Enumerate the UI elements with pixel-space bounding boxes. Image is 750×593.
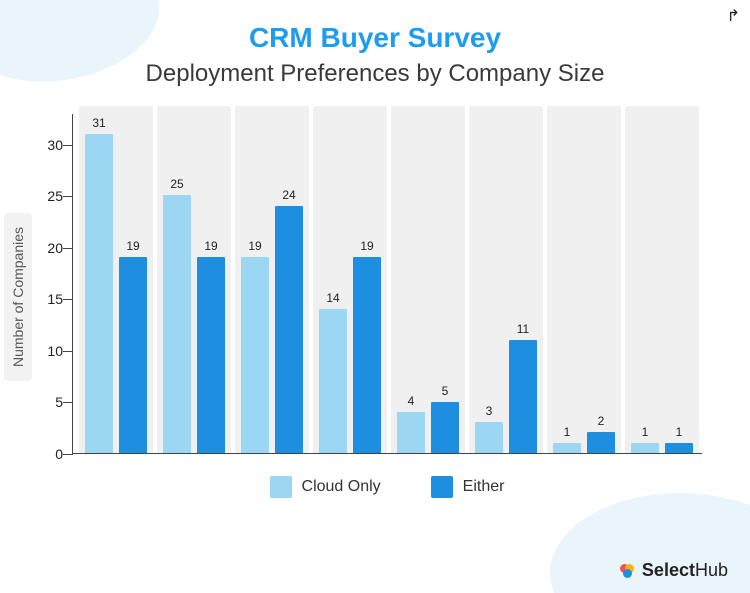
bar-either: 24 — [275, 206, 303, 453]
bar-group: 11 — [627, 114, 697, 453]
bar-value-label: 14 — [319, 291, 347, 309]
bar-either: 5 — [431, 402, 459, 454]
y-tick — [63, 351, 73, 352]
bar-group: 45 — [393, 114, 463, 453]
y-tick-label: 25 — [35, 188, 63, 204]
legend-label-either: Either — [463, 478, 505, 496]
y-tick — [63, 402, 73, 403]
bar-value-label: 1 — [553, 425, 581, 443]
legend-item-either: Either — [431, 476, 505, 498]
bar-group: 1924 — [237, 114, 307, 453]
y-tick — [63, 196, 73, 197]
bar-value-label: 2 — [587, 414, 615, 432]
bar-cloud: 19 — [241, 257, 269, 453]
legend-swatch-either — [431, 476, 453, 498]
y-tick-label: 30 — [35, 137, 63, 153]
bar-group: 311 — [471, 114, 541, 453]
bar-value-label: 5 — [431, 384, 459, 402]
bar-value-label: 1 — [665, 425, 693, 443]
y-tick-label: 5 — [35, 394, 63, 410]
bar-value-label: 1 — [631, 425, 659, 443]
bar-cloud: 4 — [397, 412, 425, 453]
bar-value-label: 3 — [475, 404, 503, 422]
bar-cloud: 1 — [553, 443, 581, 453]
y-tick — [63, 248, 73, 249]
brand-name: SelectHub — [642, 560, 728, 581]
y-tick — [63, 299, 73, 300]
bar-either: 19 — [119, 257, 147, 453]
bar-group: 3119 — [81, 114, 151, 453]
legend: Cloud Only Either — [72, 476, 702, 498]
y-tick-label: 0 — [35, 446, 63, 462]
brand-mark-icon — [620, 563, 636, 579]
bar-either: 2 — [587, 432, 615, 453]
y-tick-label: 20 — [35, 240, 63, 256]
bar-group-bg — [625, 106, 699, 453]
bar-value-label: 25 — [163, 177, 191, 195]
bar-cloud: 14 — [319, 309, 347, 453]
bar-group: 2519 — [159, 114, 229, 453]
bar-group: 12 — [549, 114, 619, 453]
bar-value-label: 19 — [241, 239, 269, 257]
y-tick-label: 10 — [35, 343, 63, 359]
bar-group-bg — [547, 106, 621, 453]
bar-either: 19 — [197, 257, 225, 453]
chart-plot-area: 0510152025303119251919241419453111211 — [72, 114, 702, 454]
bar-cloud: 1 — [631, 443, 659, 453]
y-tick — [63, 145, 73, 146]
bar-value-label: 4 — [397, 394, 425, 412]
bar-cloud: 3 — [475, 422, 503, 453]
legend-label-cloud: Cloud Only — [302, 478, 381, 496]
legend-swatch-cloud — [270, 476, 292, 498]
bar-value-label: 24 — [275, 188, 303, 206]
bar-group: 1419 — [315, 114, 385, 453]
y-tick — [63, 454, 73, 455]
bar-value-label: 19 — [197, 239, 225, 257]
bar-either: 1 — [665, 443, 693, 453]
legend-item-cloud: Cloud Only — [270, 476, 381, 498]
chart-subtitle: Deployment Preferences by Company Size — [0, 60, 750, 88]
bar-cloud: 31 — [85, 134, 113, 453]
brand-logo: SelectHub — [620, 560, 728, 581]
bar-either: 11 — [509, 340, 537, 453]
bar-value-label: 11 — [509, 322, 537, 340]
bar-cloud: 25 — [163, 195, 191, 453]
bar-value-label: 19 — [353, 239, 381, 257]
y-axis-label: Number of Companies — [4, 212, 32, 380]
bar-either: 19 — [353, 257, 381, 453]
chart-title: CRM Buyer Survey — [0, 22, 750, 54]
y-tick-label: 15 — [35, 291, 63, 307]
bar-value-label: 31 — [85, 116, 113, 134]
bar-value-label: 19 — [119, 239, 147, 257]
